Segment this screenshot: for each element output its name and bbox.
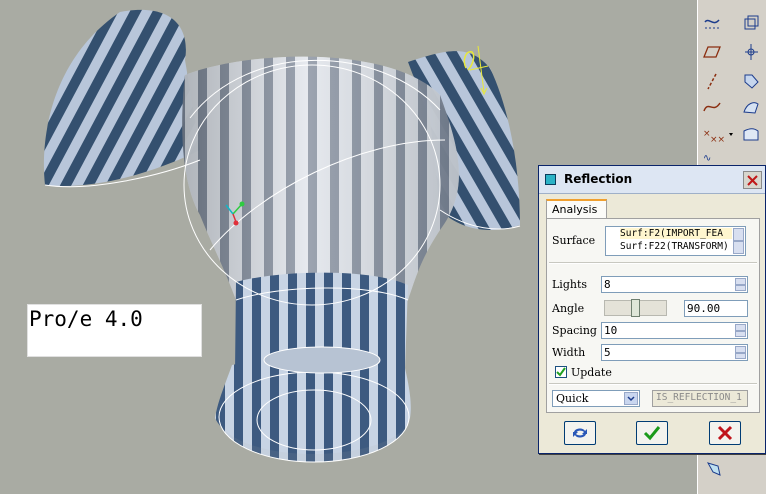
analysis-panel: Surface Surf:F2(IMPORT_FEA Surf:F22(TRAN… <box>546 218 760 413</box>
lights-label: Lights <box>552 278 588 291</box>
dialog-titlebar[interactable]: Reflection <box>539 166 765 194</box>
svg-text:××: ×× <box>710 135 725 144</box>
datum-curve-sketch-icon[interactable] <box>701 12 723 34</box>
checkmark-icon <box>556 367 566 377</box>
dialog-close-button[interactable] <box>743 171 762 189</box>
separator <box>549 262 757 264</box>
surface-item[interactable]: Surf:F22(TRANSFORM) <box>620 241 732 252</box>
reflection-dialog: Reflection Analysis Surface Surf:F2(IMPO… <box>538 165 766 454</box>
surface-item[interactable]: Surf:F2(IMPORT_FEA <box>620 228 732 239</box>
datum-axis-icon[interactable] <box>701 70 723 92</box>
spline-curve-icon[interactable] <box>701 96 723 118</box>
result-name-value: IS_REFLECTION_1 <box>656 392 742 403</box>
dialog-app-icon <box>545 174 556 185</box>
surface-list[interactable]: Surf:F2(IMPORT_FEA Surf:F22(TRANSFORM) <box>605 226 746 256</box>
refresh-icon <box>573 428 587 438</box>
surface-label: Surface <box>552 234 596 247</box>
watermark-text: Pro/e 4.0 <box>29 307 143 331</box>
cancel-x-icon <box>717 425 733 441</box>
boundary-blend-icon[interactable] <box>740 124 762 146</box>
spacing-stepper[interactable]: 10 <box>601 322 748 339</box>
tab-analysis-label: Analysis <box>552 203 598 216</box>
analysis-mode-select[interactable]: Quick <box>552 390 640 407</box>
close-icon <box>747 174 758 186</box>
ok-button[interactable] <box>636 421 668 445</box>
angle-slider[interactable] <box>604 299 667 317</box>
curve-analysis-icon[interactable]: ∿ <box>701 150 723 164</box>
angle-slider-thumb[interactable] <box>631 299 640 317</box>
datum-point-icon[interactable] <box>740 41 762 63</box>
angle-label: Angle <box>552 302 585 315</box>
width-stepper[interactable]: 5 <box>601 344 748 361</box>
extend-surface-icon[interactable] <box>740 70 762 92</box>
lights-stepper[interactable]: 8 <box>601 276 748 293</box>
width-spin-buttons[interactable] <box>735 346 746 359</box>
datum-plane-icon[interactable] <box>701 41 723 63</box>
width-value: 5 <box>604 346 611 359</box>
datum-points-dropdown-icon[interactable]: × ×× <box>701 124 735 146</box>
repaint-button[interactable] <box>564 421 596 445</box>
surface-list-scroll-up[interactable] <box>733 228 744 241</box>
analysis-mode-value: Quick <box>556 392 589 405</box>
angle-field[interactable]: 90.00 <box>684 300 748 317</box>
spacing-spin-buttons[interactable] <box>735 324 746 337</box>
reflection-analysis-icon[interactable] <box>703 458 725 480</box>
cancel-button[interactable] <box>709 421 741 445</box>
style-surface-icon[interactable] <box>740 96 762 118</box>
dialog-title: Reflection <box>564 172 633 186</box>
angle-value: 90.00 <box>687 302 721 315</box>
offset-surface-icon[interactable] <box>740 12 762 34</box>
surface-list-scroll-down[interactable] <box>733 241 744 254</box>
width-label: Width <box>552 346 586 359</box>
lights-spin-buttons[interactable] <box>735 278 746 291</box>
spacing-label: Spacing <box>552 324 597 337</box>
chevron-down-icon[interactable] <box>624 392 638 405</box>
svg-text:∿: ∿ <box>703 153 711 164</box>
tab-analysis[interactable]: Analysis <box>546 199 607 219</box>
lights-value: 8 <box>604 278 611 291</box>
update-checkbox[interactable] <box>555 366 567 378</box>
result-name-field[interactable]: IS_REFLECTION_1 <box>652 390 748 407</box>
separator <box>549 383 757 385</box>
spacing-value: 10 <box>604 324 618 337</box>
update-label: Update <box>571 366 612 379</box>
watermark-label-box: Pro/e 4.0 <box>27 304 202 357</box>
checkmark-icon <box>643 426 661 441</box>
